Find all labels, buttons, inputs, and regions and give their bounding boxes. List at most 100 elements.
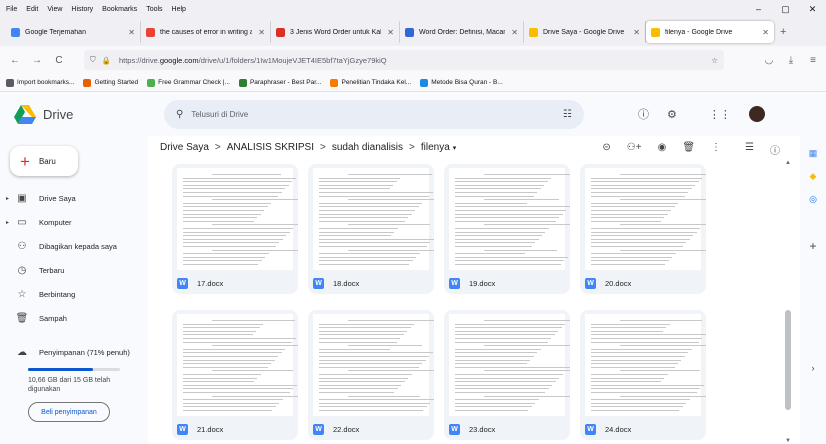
calendar-icon[interactable]: ▦ [800, 148, 826, 159]
tab-5[interactable]: Drive Saya - Google Drive ✕ [524, 21, 646, 43]
expand-arrow-icon[interactable]: ▸ [6, 219, 14, 226]
search-input[interactable]: ⚲ Telusuri di Drive ☷ [164, 99, 584, 129]
list-view-icon[interactable]: ☰ [745, 142, 754, 157]
apps-grid-icon[interactable]: ⋮⋮ [709, 108, 731, 121]
sidebar-item-sampah[interactable]: 🗑 Sampah [0, 306, 148, 330]
menu-item-history[interactable]: History [71, 6, 93, 13]
file-card[interactable]: W 23.docx [444, 310, 570, 440]
trash-icon[interactable]: 🗑 [682, 142, 695, 157]
new-tab-button[interactable]: + [780, 26, 786, 38]
close-tab-icon[interactable]: ✕ [762, 28, 769, 37]
avatar[interactable] [748, 106, 765, 122]
sidebar-item-dibagikan-kepada-saya[interactable]: ⚇ Dibagikan kepada saya [0, 234, 148, 258]
reload-icon[interactable]: C [48, 55, 70, 66]
more-options-icon[interactable]: ⋮ [711, 142, 721, 157]
file-card[interactable]: W 21.docx [172, 310, 298, 440]
menu-item-tools[interactable]: Tools [146, 6, 162, 13]
tab-title: 3 Jenis Word Order untuk Kalim [290, 28, 382, 36]
file-card[interactable]: W 19.docx [444, 164, 570, 294]
drive-logo[interactable]: Drive [14, 104, 164, 124]
preview-icon[interactable]: ◉ [658, 142, 667, 157]
url-bar[interactable]: ⛉ 🔒 https://drive. google.com/drive/u/1/f… [84, 50, 724, 70]
menu-item-help[interactable]: Help [172, 6, 186, 13]
file-name-row: W 19.docx [449, 278, 495, 289]
tab-favicon-icon [146, 27, 155, 37]
tasks-icon[interactable]: ◎ [800, 194, 826, 205]
file-card[interactable]: W 22.docx [308, 310, 434, 440]
bookmark-item[interactable]: Paraphraser - Best Par... [238, 78, 321, 87]
file-card[interactable]: W 17.docx [172, 164, 298, 294]
close-tab-icon[interactable]: ✕ [511, 28, 518, 37]
breadcrumb-item[interactable]: ANALISIS SKRIPSI [227, 142, 314, 153]
menu-item-bookmarks[interactable]: Bookmarks [102, 6, 137, 13]
download-icon[interactable]: ⤓ [780, 55, 802, 66]
close-tab-icon[interactable]: ✕ [387, 28, 394, 37]
bookmark-item[interactable]: Import bookmarks... [6, 78, 74, 87]
close-window-icon[interactable]: ✕ [799, 0, 826, 18]
url-path: /drive/u/1/folders/1Iw1MoujeVJET4IE5bf7t… [198, 55, 387, 65]
sidebar-item-drive-saya[interactable]: ▸ ▣ Drive Saya [0, 186, 148, 210]
sidebar-item-storage[interactable]: ☁ Penyimpanan (71% penuh) [0, 340, 148, 364]
new-button-label: Baru [38, 156, 56, 166]
bookmark-item[interactable]: Penelitian Tindaka Kel... [330, 78, 411, 87]
tab-title: the causes of error in writing ar [160, 28, 253, 36]
bookmark-item[interactable]: Free Grammar Check |... [147, 78, 230, 87]
bookmark-item[interactable]: Metode Bisa Quran - B... [420, 78, 503, 87]
search-icon[interactable]: ⚲ [176, 109, 183, 120]
main-content: Drive Saya > ANALISIS SKRIPSI > sudah dianal… [148, 136, 800, 444]
sidebar-item-label: Sampah [39, 313, 67, 323]
forward-icon[interactable]: → [26, 55, 48, 66]
back-icon[interactable]: ← [4, 55, 26, 66]
sidebar-item-berbintang[interactable]: ☆ Berbintang [0, 282, 148, 306]
keep-icon[interactable]: ◆ [800, 171, 826, 182]
pocket-icon[interactable]: ◡ [758, 55, 780, 66]
bookmark-favicon-icon [420, 78, 429, 87]
dropdown-arrow-icon[interactable]: ▾ [453, 144, 457, 152]
close-tab-icon[interactable]: ✕ [633, 28, 640, 37]
file-card[interactable]: W 18.docx [308, 164, 434, 294]
maximize-icon[interactable]: ▢ [772, 0, 799, 18]
breadcrumb-item[interactable]: Drive Saya [160, 142, 209, 153]
close-tab-icon[interactable]: ✕ [258, 28, 265, 37]
link-icon[interactable]: ⊝ [602, 142, 610, 157]
search-options-icon[interactable]: ☷ [563, 109, 572, 120]
tab-title: Word Order: Definisi, Macam, da [419, 28, 505, 36]
buy-storage-button[interactable]: Beli penyimpanan [28, 402, 110, 422]
sidebar-item-label: Dibagikan kepada saya [39, 241, 117, 251]
file-name-row: W 23.docx [449, 424, 495, 435]
info-icon[interactable]: ⓘ [770, 142, 780, 157]
bookmark-star-icon[interactable]: ☆ [711, 56, 718, 65]
app-menu-icon[interactable]: ≡ [802, 55, 824, 66]
url-domain: google.com [159, 55, 199, 65]
menu-item-file[interactable]: File [6, 6, 17, 13]
new-button[interactable]: + Baru [10, 146, 78, 176]
scroll-down-icon[interactable]: ▼ [785, 438, 791, 444]
tab-2[interactable]: the causes of error in writing ar ✕ [141, 21, 271, 43]
expand-panel-icon[interactable]: › [800, 363, 826, 373]
file-thumbnail [177, 168, 298, 270]
breadcrumb-item[interactable]: sudah dianalisis [332, 142, 403, 153]
tab-4[interactable]: Word Order: Definisi, Macam, da ✕ [400, 21, 524, 43]
file-card[interactable]: W 20.docx [580, 164, 706, 294]
tab-3[interactable]: 3 Jenis Word Order untuk Kalim ✕ [271, 21, 400, 43]
tab-1[interactable]: Google Terjemahan ✕ [6, 21, 141, 43]
sidebar-item-terbaru[interactable]: ◷ Terbaru [0, 258, 148, 282]
tab-6[interactable]: filenya - Google Drive ✕ [646, 21, 774, 43]
breadcrumb-item[interactable]: filenya [421, 142, 450, 153]
menu-item-view[interactable]: View [47, 6, 62, 13]
scrollbar[interactable] [785, 310, 791, 410]
tab-favicon-icon [276, 27, 285, 37]
share-icon[interactable]: ⚇+ [627, 142, 642, 157]
settings-icon[interactable]: ⚙ [667, 108, 677, 121]
close-tab-icon[interactable]: ✕ [128, 28, 135, 37]
bookmark-item[interactable]: Getting Started [83, 78, 138, 87]
help-icon[interactable]: ⓘ [638, 106, 649, 122]
add-addon-icon[interactable]: + [800, 239, 826, 253]
expand-arrow-icon[interactable]: ▸ [6, 195, 14, 202]
file-card[interactable]: W 24.docx [580, 310, 706, 440]
minimize-icon[interactable]: – [745, 0, 772, 18]
menu-item-edit[interactable]: Edit [26, 6, 38, 13]
file-name-row: W 21.docx [177, 424, 223, 435]
scroll-up-icon[interactable]: ▲ [785, 160, 791, 166]
sidebar-item-komputer[interactable]: ▸ ▭ Komputer [0, 210, 148, 234]
